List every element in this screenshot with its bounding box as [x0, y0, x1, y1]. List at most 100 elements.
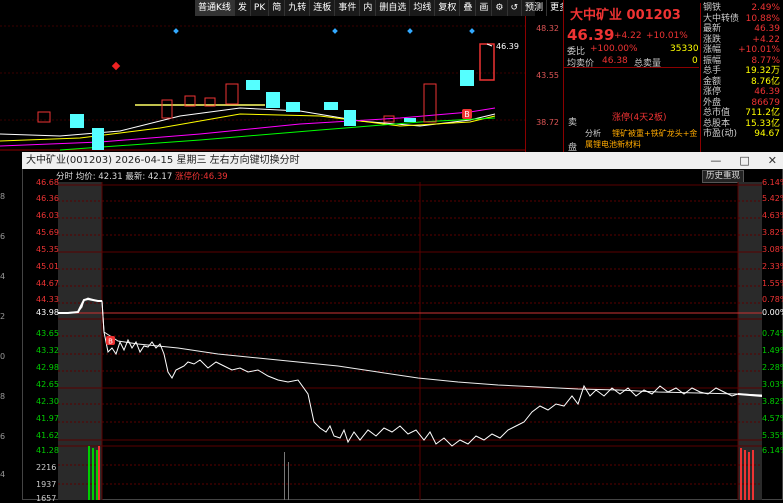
zong-value: 0: [692, 56, 698, 66]
quote-row-value: 46.39: [754, 87, 780, 97]
quote-list: 钢铁 2.49% 大中转债 10.88% 最新 46.39 涨跌 +4.22 涨幅 +10…: [700, 3, 782, 152]
pct-label: 2.33%: [762, 262, 783, 271]
gear-icon[interactable]: ⚙: [492, 0, 508, 16]
diamond-marker: [332, 28, 338, 34]
quote-change: +4.22: [614, 31, 642, 41]
restore-button[interactable]: □: [739, 152, 749, 169]
weibi-count: 35330: [670, 44, 699, 54]
quote-row-label: 金额: [703, 76, 722, 87]
toolbar-fa[interactable]: 发: [235, 0, 251, 16]
buy-badge-text: B: [464, 110, 470, 119]
candle: [479, 43, 495, 81]
weibi-value: +100.00%: [590, 44, 638, 54]
quote-row-value: +10.01%: [738, 45, 780, 55]
candle: [266, 92, 280, 108]
quote-row: 振幅 8.77%: [701, 56, 782, 67]
quote-row: 总手 19.32万: [701, 66, 782, 77]
pct-label: 5.42%: [762, 194, 783, 203]
limit-up-text: 涨停(4天2板): [612, 113, 667, 123]
quote-row-label: 涨停: [703, 87, 722, 97]
quote-row: 涨跌 +4.22: [701, 35, 782, 46]
candle: [286, 102, 300, 112]
quote-row-label: 外盘: [703, 97, 722, 108]
pct-label: 5.35%: [762, 431, 783, 440]
divider: [564, 67, 699, 68]
diamond-marker: [407, 28, 413, 34]
quote-row-value: +4.22: [752, 34, 780, 45]
quote-row: 总股本 15.33亿: [701, 119, 782, 130]
quote-row-value: 711.2亿: [745, 108, 780, 118]
candle: [225, 83, 239, 105]
toolbar-events[interactable]: 事件: [335, 0, 361, 16]
quote-row: 大中转债 10.88%: [701, 14, 782, 25]
kline-high-label: 46.39: [496, 42, 519, 51]
quote-row-label: 大中转债: [703, 13, 740, 24]
quote-row-value: 86679: [751, 97, 780, 108]
toolbar-lianban[interactable]: 连板: [310, 0, 336, 16]
info-avg: 均价: 42.31: [75, 172, 123, 182]
candle: [92, 128, 104, 150]
quote-row-value: 94.67: [754, 129, 780, 139]
pct-label: 6.14%: [762, 446, 783, 455]
toolbar-forecast[interactable]: 预测: [522, 0, 548, 16]
pct-label: 6.14%: [762, 178, 783, 187]
toolbar-adjust[interactable]: 复权: [435, 0, 461, 16]
candle: [70, 114, 84, 128]
toolbar-jian[interactable]: 简: [269, 0, 286, 16]
popup-title: 大中矿业(001203) 2026-04-15 星期三 左右方向键切换分时: [26, 155, 300, 166]
quote-row-value: 19.32万: [745, 66, 780, 76]
quote-row-label: 最新: [703, 24, 722, 34]
kline-axis-label: 48.32: [536, 24, 559, 33]
quote-row-label: 钢铁: [703, 3, 722, 13]
quote-row-value: 10.88%: [745, 13, 780, 24]
stock-title: 大中矿业 001203: [570, 8, 681, 23]
candle: [344, 110, 356, 126]
toolbar-kline[interactable]: 普通K线: [195, 0, 235, 16]
chart-toolbar: 普通K线 发 PK 简 九转 连板 事件 内 删自选 均线 复权 叠 画 ⚙ ↺…: [195, 0, 584, 16]
toolbar-ma[interactable]: 均线: [410, 0, 436, 16]
info-limit: 涨停价:46.39: [174, 172, 228, 182]
diamond-marker: [111, 61, 121, 71]
toolbar-delete-watch[interactable]: 删自选: [376, 0, 411, 16]
diamond-marker: [173, 28, 179, 34]
pct-label: 3.08%: [762, 245, 783, 254]
toolbar-overlay[interactable]: 叠: [460, 0, 477, 16]
popup-titlebar[interactable]: 大中矿业(001203) 2026-04-15 星期三 左右方向键切换分时 — …: [22, 152, 783, 169]
quote-row-label: 总股本: [703, 118, 731, 129]
kline-axis-label: 43.55: [536, 71, 559, 80]
quote-row-label: 涨幅: [703, 45, 722, 55]
toolbar-draw[interactable]: 画: [476, 0, 493, 16]
concept-tags-line1[interactable]: 锂矿被重+铁矿龙头+金: [612, 128, 697, 139]
pct-label: 1.55%: [762, 279, 783, 288]
pct-label: 3.82%: [762, 397, 783, 406]
candle: [246, 80, 260, 90]
quote-row-value: 8.77%: [751, 55, 780, 66]
candle: [423, 83, 437, 123]
pct-label: 3.03%: [762, 380, 783, 389]
analysis-label[interactable]: 分析: [585, 128, 601, 139]
refresh-icon[interactable]: ↺: [508, 0, 523, 16]
kline-axis-label: 38.72: [536, 118, 559, 127]
toolbar-pk[interactable]: PK: [251, 0, 270, 16]
toolbar-nei[interactable]: 内: [360, 0, 377, 16]
quote-row-label: 总市值: [703, 108, 731, 118]
quote-row: 涨幅 +10.01%: [701, 45, 782, 56]
toolbar-jiuzhuan[interactable]: 九转: [285, 0, 311, 16]
quote-row-value: 2.49%: [751, 3, 780, 13]
minimize-button[interactable]: —: [710, 152, 721, 169]
concept-tags-line2[interactable]: 属锂电池新材料: [585, 139, 641, 150]
quote-price: 46.39: [567, 26, 615, 44]
intraday-info: 分时 均价: 42.31 最新: 42.17 涨停价:46.39: [56, 170, 228, 182]
quote-row: 金额 8.76亿: [701, 77, 782, 88]
sell-label: 卖: [568, 118, 578, 128]
pct-label: 2.28%: [762, 363, 783, 372]
candle: [404, 118, 416, 122]
quote-row-label: 振幅: [703, 55, 722, 66]
quote-row: 钢铁 2.49%: [701, 3, 782, 14]
info-latest: 最新: 42.17: [125, 172, 173, 182]
kline-chart: B 46.39: [0, 25, 525, 151]
quote-row-value: 46.39: [754, 24, 780, 34]
quote-pct: +10.01%: [646, 31, 688, 41]
close-button[interactable]: ✕: [768, 152, 777, 169]
candle: [460, 70, 474, 86]
